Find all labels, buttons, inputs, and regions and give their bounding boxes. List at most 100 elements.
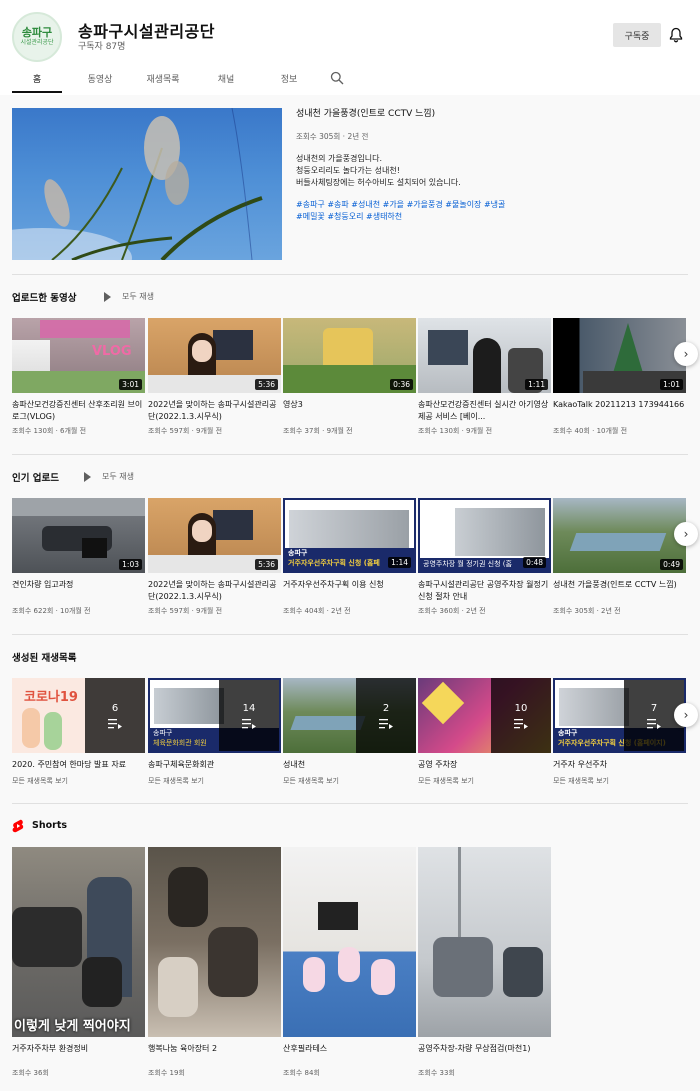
video-thumbnail[interactable]: 0:49 (553, 498, 686, 573)
view-full-playlist-link[interactable]: 모든 재생목록 보기 (12, 776, 145, 786)
popular-next-arrow[interactable]: › (674, 522, 698, 546)
popular-section-title[interactable]: 인기 업로드 (12, 470, 59, 484)
bell-icon[interactable] (668, 27, 684, 43)
video-duration: 3:01 (119, 379, 142, 390)
playlist-title[interactable]: 송파구체육문화회관 (148, 759, 281, 773)
playlist-card[interactable]: 코로나19 6 2020. 주민참여 한마당 발표 자료 모든 재생목록 보기 (12, 678, 145, 786)
video-title[interactable]: 영상3 (283, 399, 416, 423)
view-full-playlist-link[interactable]: 모든 재생목록 보기 (283, 776, 416, 786)
playlist-title[interactable]: 거주자 우선주차 (553, 759, 686, 773)
video-thumbnail[interactable]: VLOG 3:01 (12, 318, 145, 393)
uploads-play-all-button[interactable]: 모두 재생 (104, 291, 154, 302)
video-thumbnail[interactable]: 5:36 (148, 318, 281, 393)
short-title[interactable]: 산후필라테스 (283, 1043, 416, 1067)
video-card[interactable]: 1:03 견인차량 입고과정 조회수 622회 · 10개월 전 (12, 498, 145, 616)
hashtag-line[interactable]: #송파구 #송파 #성내천 #가을 #가을풍경 #물놀이장 #냉골 (296, 199, 686, 211)
short-views: 조회수 33회 (418, 1069, 455, 1077)
thumbnail-overlay-text: 송파구 (558, 729, 578, 737)
video-title[interactable]: 2022년을 맞이하는 송파구시설관리공단(2022.1.3.시무식) (148, 399, 281, 423)
video-card[interactable]: 공영주차장 월 정기권 신청 (홈 0:48 송파구시설관리공단 공영주차장 월… (418, 498, 551, 616)
shorts-section-title[interactable]: Shorts (32, 820, 67, 831)
view-full-playlist-link[interactable]: 모든 재생목록 보기 (553, 776, 686, 786)
playlist-count-overlay: 6 (85, 678, 145, 753)
video-card[interactable]: 1:01 KakaoTalk 20211213 173944166 조회수 40… (553, 318, 686, 436)
video-card[interactable]: VLOG 3:01 송파산모건강증진센터 산후조리원 브이로그(VLOG) 조회… (12, 318, 145, 436)
video-title[interactable]: 거주자우선주차구획 이용 신청 (283, 579, 416, 603)
playlist-thumbnail[interactable]: 10 (418, 678, 551, 753)
search-icon[interactable] (330, 71, 344, 85)
short-card[interactable]: 공영주차장-차량 무상점검(마천1) 조회수 33회 (418, 847, 551, 1078)
short-title[interactable]: 행복나눔 육아장터 2 (148, 1043, 281, 1067)
playlist-thumbnail[interactable]: 송파구 체육문화회관 회원 14 (148, 678, 281, 753)
featured-video-thumbnail[interactable] (12, 108, 282, 260)
short-thumbnail[interactable]: 이렇게 낮게 찍어야지 (12, 847, 145, 1037)
short-card[interactable]: 산후필라테스 조회수 84회 (283, 847, 416, 1078)
featured-video-meta: 조회수 305회 · 2년 전 (296, 132, 369, 141)
playlist-thumbnail[interactable]: 2 (283, 678, 416, 753)
playlist-thumbnail[interactable]: 코로나19 6 (12, 678, 145, 753)
video-card[interactable]: 0:36 영상3 조회수 37회 · 9개월 전 (283, 318, 416, 436)
video-thumbnail[interactable]: 송파구 거주자우선주차구획 신청 (홈페 1:14 (283, 498, 416, 573)
playlist-card[interactable]: 10 공영 주차장 모든 재생목록 보기 (418, 678, 551, 786)
featured-video-description: 성내천의 가을풍경입니다. 청둥오리리도 놀다가는 성내천! 버들사체팅장에는 … (296, 153, 686, 189)
short-thumbnail[interactable] (148, 847, 281, 1037)
playlist-thumbnail[interactable]: 송파구 거주자우선주차구획 신청 (홈페이지) 7 (553, 678, 686, 753)
featured-video-title[interactable]: 성내천 가을풍경(인트로 CCTV 느낌) (296, 108, 686, 121)
video-card[interactable]: 5:36 2022년을 맞이하는 송파구시설관리공단(2022.1.3.시무식)… (148, 318, 281, 436)
video-card[interactable]: 1:11 송파산모건강증진센터 실시간 아기영상 제공 서비스 [베이... 조… (418, 318, 551, 436)
video-thumbnail[interactable]: 5:36 (148, 498, 281, 573)
channel-avatar[interactable]: 송파구 시설관리공단 (12, 12, 62, 62)
tab-channels[interactable]: 채널 (201, 66, 251, 95)
short-card[interactable]: 이렇게 낮게 찍어야지 거주자주차부 환경정비 조회수 36회 (12, 847, 145, 1078)
play-icon (84, 471, 91, 482)
uploads-section-title[interactable]: 업로드한 동영상 (12, 290, 77, 304)
tab-playlists[interactable]: 재생목록 (138, 66, 188, 95)
view-full-playlist-link[interactable]: 모든 재생목록 보기 (418, 776, 551, 786)
playlist-card[interactable]: 송파구 거주자우선주차구획 신청 (홈페이지) 7 거주자 우선주차 모든 재생… (553, 678, 686, 786)
playlist-title[interactable]: 2020. 주민참여 한마당 발표 자료 (12, 759, 145, 773)
playlist-video-count: 14 (242, 702, 256, 714)
popular-play-all-button[interactable]: 모두 재생 (84, 471, 134, 482)
playlists-section-title[interactable]: 생성된 재생목록 (12, 650, 77, 664)
playlist-title[interactable]: 성내천 (283, 759, 416, 773)
video-thumbnail[interactable]: 1:03 (12, 498, 145, 573)
tab-home[interactable]: 홈 (12, 66, 62, 95)
playlist-video-count: 10 (514, 702, 528, 714)
video-title[interactable]: 2022년을 맞이하는 송파구시설관리공단(2022.1.3.시무식) (148, 579, 281, 603)
video-thumbnail[interactable]: 1:11 (418, 318, 551, 393)
playlist-card[interactable]: 송파구 체육문화회관 회원 14 송파구체육문화회관 모든 재생목록 보기 (148, 678, 281, 786)
uploads-next-arrow[interactable]: › (674, 342, 698, 366)
video-title[interactable]: 성내천 가을풍경(인트로 CCTV 느낌) (553, 579, 686, 603)
chevron-right-icon: › (683, 708, 689, 722)
chevron-right-icon: › (683, 347, 689, 361)
video-thumbnail[interactable]: 0:36 (283, 318, 416, 393)
video-thumbnail[interactable]: 공영주차장 월 정기권 신청 (홈 0:48 (418, 498, 551, 573)
video-meta: 조회수 130회 · 9개월 전 (418, 427, 493, 435)
video-card[interactable]: 0:49 성내천 가을풍경(인트로 CCTV 느낌) 조회수 305회 · 2년… (553, 498, 686, 616)
video-title[interactable]: 송파산모건강증진센터 실시간 아기영상 제공 서비스 [베이... (418, 399, 551, 423)
short-title[interactable]: 거주자주차부 환경정비 (12, 1043, 145, 1067)
tab-videos[interactable]: 동영상 (75, 66, 125, 95)
view-full-playlist-link[interactable]: 모든 재생목록 보기 (148, 776, 281, 786)
video-title[interactable]: KakaoTalk 20211213 173944166 (553, 399, 686, 423)
subscribe-button[interactable]: 구독중 (613, 23, 661, 47)
short-thumbnail[interactable] (283, 847, 416, 1037)
playlist-icon (242, 718, 256, 729)
playlists-next-arrow[interactable]: › (674, 703, 698, 727)
playlist-video-count: 6 (111, 702, 119, 714)
short-title[interactable]: 공영주차장-차량 무상점검(마천1) (418, 1043, 551, 1067)
tab-about[interactable]: 정보 (264, 66, 314, 95)
video-title[interactable]: 송파산모건강증진센터 산후조리원 브이로그(VLOG) (12, 399, 145, 423)
playlist-card[interactable]: 2 성내천 모든 재생목록 보기 (283, 678, 416, 786)
video-title[interactable]: 견인차량 입고과정 (12, 579, 145, 603)
playlist-title[interactable]: 공영 주차장 (418, 759, 551, 773)
video-thumbnail[interactable]: 1:01 (553, 318, 686, 393)
short-thumbnail[interactable] (418, 847, 551, 1037)
video-card[interactable]: 송파구 거주자우선주차구획 신청 (홈페 1:14 거주자우선주차구획 이용 신… (283, 498, 416, 616)
video-card[interactable]: 5:36 2022년을 맞이하는 송파구시설관리공단(2022.1.3.시무식)… (148, 498, 281, 616)
featured-video-hashtags[interactable]: #송파구 #송파 #성내천 #가을 #가을풍경 #물놀이장 #냉골 #메밀꽃 #… (296, 199, 686, 223)
thumbnail-overlay-text: 송파구 (153, 729, 173, 737)
video-title[interactable]: 송파구시설관리공단 공영주차장 월정기 신청 절차 안내 (418, 579, 551, 603)
short-card[interactable]: 행복나눔 육아장터 2 조회수 19회 (148, 847, 281, 1078)
hashtag-line[interactable]: #메밀꽃 #청둥오리 #생태하천 (296, 211, 686, 223)
